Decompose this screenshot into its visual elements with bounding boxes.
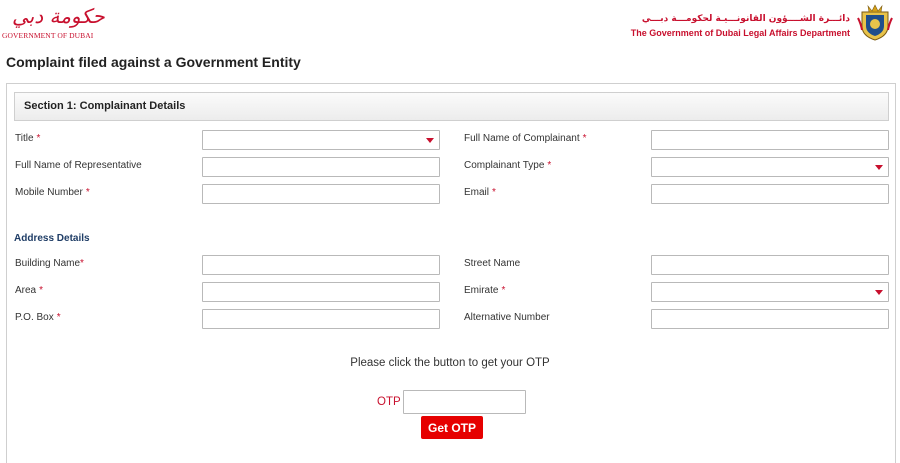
required-mark: * <box>56 312 61 323</box>
street-name-label: Street Name <box>464 258 521 269</box>
po-box-label: P.O. Box * <box>15 312 61 323</box>
otp-input[interactable] <box>403 390 526 414</box>
area-label: Area * <box>15 285 44 296</box>
title-select[interactable] <box>202 130 440 150</box>
alternative-number-input[interactable] <box>651 309 889 329</box>
required-mark: * <box>36 133 41 144</box>
representative-name-input[interactable] <box>202 157 440 177</box>
required-mark: * <box>501 285 506 296</box>
required-mark: * <box>492 187 496 198</box>
required-mark: * <box>582 133 587 144</box>
required-mark: * <box>85 187 90 198</box>
building-name-label: Building Name* <box>15 258 84 269</box>
required-mark: * <box>547 160 552 171</box>
street-name-input[interactable] <box>651 255 889 275</box>
logo-english-text: GOVERNMENT OF DUBAI <box>2 31 94 40</box>
address-details-heading: Address Details <box>14 233 90 244</box>
chevron-down-icon <box>875 290 883 295</box>
full-name-label: Full Name of Complainant * <box>464 133 587 144</box>
chevron-down-icon <box>875 165 883 170</box>
alternative-number-label: Alternative Number <box>464 312 550 323</box>
logo-arabic-text: حكومة دبي <box>12 4 105 28</box>
emirate-select[interactable] <box>651 282 889 302</box>
get-otp-button[interactable]: Get OTP <box>421 416 483 439</box>
building-name-input[interactable] <box>202 255 440 275</box>
otp-label: OTP <box>377 396 401 408</box>
department-english-name: The Government of Dubai Legal Affairs De… <box>630 28 850 38</box>
emirate-label: Emirate * <box>464 285 506 296</box>
legal-affairs-department-logo: دائـــرة الشــــؤون القانونـــيـة لحكومـ… <box>631 2 894 42</box>
complainant-type-select[interactable] <box>651 157 889 177</box>
required-mark: * <box>39 285 44 296</box>
page-title: Complaint filed against a Government Ent… <box>6 54 301 70</box>
required-mark: * <box>80 258 84 269</box>
mobile-number-input[interactable] <box>202 184 440 204</box>
title-label: Title * <box>15 133 41 144</box>
email-label: Email * <box>464 187 496 198</box>
section-header: Section 1: Complainant Details <box>14 92 889 121</box>
dubai-emblem-icon <box>857 4 893 41</box>
government-of-dubai-logo: حكومة دبي GOVERNMENT OF DUBAI <box>2 4 105 42</box>
section-title: Section 1: Complainant Details <box>24 100 186 112</box>
po-box-input[interactable] <box>202 309 440 329</box>
full-name-input[interactable] <box>651 130 889 150</box>
representative-name-label: Full Name of Representative <box>15 160 142 171</box>
email-input[interactable] <box>651 184 889 204</box>
otp-instruction: Please click the button to get your OTP <box>350 357 550 369</box>
area-input[interactable] <box>202 282 440 302</box>
mobile-number-label: Mobile Number * <box>15 187 90 198</box>
department-arabic-name: دائـــرة الشــــؤون القانونـــيـة لحكومـ… <box>641 14 850 24</box>
complainant-type-label: Complainant Type * <box>464 160 552 171</box>
chevron-down-icon <box>426 138 434 143</box>
